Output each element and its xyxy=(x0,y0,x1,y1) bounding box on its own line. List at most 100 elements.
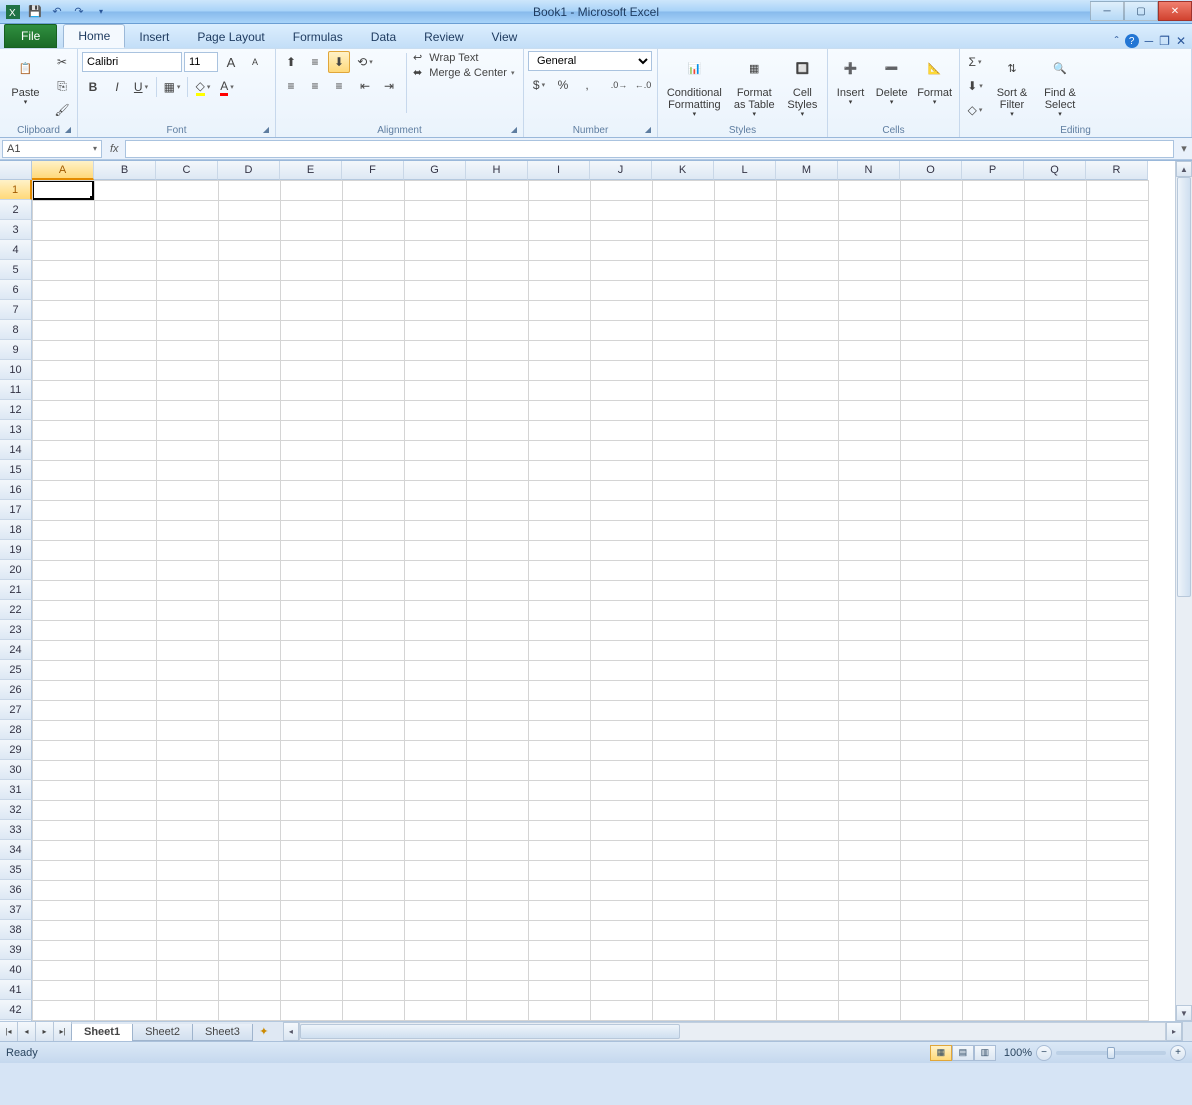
horizontal-scrollbar[interactable]: ◂ ▸ xyxy=(283,1022,1182,1041)
row-header-16[interactable]: 16 xyxy=(0,480,32,500)
number-dialog-launcher-icon[interactable]: ◢ xyxy=(645,125,651,134)
row-header-5[interactable]: 5 xyxy=(0,260,32,280)
workbook-close-icon[interactable]: ✕ xyxy=(1176,34,1186,48)
minimize-button[interactable]: ─ xyxy=(1090,1,1124,21)
row-header-22[interactable]: 22 xyxy=(0,600,32,620)
row-header-13[interactable]: 13 xyxy=(0,420,32,440)
tab-data[interactable]: Data xyxy=(357,26,410,48)
tab-home[interactable]: Home xyxy=(63,24,125,48)
scroll-up-icon[interactable]: ▲ xyxy=(1176,161,1192,177)
row-header-2[interactable]: 2 xyxy=(0,200,32,220)
border-icon[interactable]: ▦ xyxy=(161,76,183,98)
row-header-32[interactable]: 32 xyxy=(0,800,32,820)
fill-color-icon[interactable]: ◇ xyxy=(192,76,214,98)
row-header-31[interactable]: 31 xyxy=(0,780,32,800)
tab-scroll-next-icon[interactable]: ▸ xyxy=(36,1022,54,1041)
qat-customize-icon[interactable]: ▾ xyxy=(92,3,110,21)
column-header-L[interactable]: L xyxy=(714,161,776,180)
tab-scroll-last-icon[interactable]: ▸| xyxy=(54,1022,72,1041)
font-color-icon[interactable]: A xyxy=(216,76,238,98)
workbook-restore-icon[interactable]: ❐ xyxy=(1159,34,1170,48)
accounting-format-icon[interactable]: $ xyxy=(528,74,550,96)
zoom-level-label[interactable]: 100% xyxy=(1004,1047,1032,1059)
name-box[interactable]: A1▾ xyxy=(2,140,102,158)
tab-insert[interactable]: Insert xyxy=(125,26,183,48)
save-icon[interactable]: 💾 xyxy=(26,3,44,21)
clipboard-dialog-launcher-icon[interactable]: ◢ xyxy=(65,125,71,134)
row-header-6[interactable]: 6 xyxy=(0,280,32,300)
grow-font-icon[interactable]: A xyxy=(220,51,242,73)
cut-icon[interactable]: ✂ xyxy=(51,51,73,73)
row-header-10[interactable]: 10 xyxy=(0,360,32,380)
column-header-E[interactable]: E xyxy=(280,161,342,180)
column-header-D[interactable]: D xyxy=(218,161,280,180)
row-header-19[interactable]: 19 xyxy=(0,540,32,560)
tab-view[interactable]: View xyxy=(478,26,532,48)
row-header-37[interactable]: 37 xyxy=(0,900,32,920)
row-header-41[interactable]: 41 xyxy=(0,980,32,1000)
tab-formulas[interactable]: Formulas xyxy=(279,26,357,48)
tab-review[interactable]: Review xyxy=(410,26,477,48)
conditional-formatting-button[interactable]: 📊Conditional Formatting▾ xyxy=(662,51,727,121)
align-middle-icon[interactable]: ≡ xyxy=(304,51,326,73)
vertical-scroll-thumb[interactable] xyxy=(1177,177,1191,597)
workbook-minimize-icon[interactable]: ─ xyxy=(1145,34,1154,48)
delete-cells-button[interactable]: ➖Delete▾ xyxy=(873,51,910,109)
scroll-left-icon[interactable]: ◂ xyxy=(283,1022,299,1041)
increase-decimal-icon[interactable]: .0→ xyxy=(608,74,630,96)
fx-icon[interactable]: fx xyxy=(104,143,125,155)
row-header-24[interactable]: 24 xyxy=(0,640,32,660)
row-header-26[interactable]: 26 xyxy=(0,680,32,700)
font-size-combo[interactable] xyxy=(184,52,218,72)
excel-app-icon[interactable]: X xyxy=(4,3,22,21)
help-icon[interactable]: ? xyxy=(1125,34,1139,48)
zoom-in-button[interactable]: + xyxy=(1170,1045,1186,1061)
column-header-M[interactable]: M xyxy=(776,161,838,180)
row-header-36[interactable]: 36 xyxy=(0,880,32,900)
format-painter-icon[interactable]: 🖌 xyxy=(51,99,73,121)
row-header-23[interactable]: 23 xyxy=(0,620,32,640)
select-all-corner[interactable] xyxy=(0,161,32,180)
decrease-indent-icon[interactable]: ⇤ xyxy=(354,75,376,97)
cells-area[interactable] xyxy=(32,180,1175,1021)
row-header-7[interactable]: 7 xyxy=(0,300,32,320)
row-header-20[interactable]: 20 xyxy=(0,560,32,580)
row-header-15[interactable]: 15 xyxy=(0,460,32,480)
row-header-1[interactable]: 1 xyxy=(0,180,32,200)
row-header-27[interactable]: 27 xyxy=(0,700,32,720)
sheet-tab-sheet1[interactable]: Sheet1 xyxy=(71,1024,133,1041)
tab-split-handle[interactable] xyxy=(1182,1022,1192,1041)
scroll-right-icon[interactable]: ▸ xyxy=(1166,1022,1182,1041)
percent-format-icon[interactable]: % xyxy=(552,74,574,96)
row-header-33[interactable]: 33 xyxy=(0,820,32,840)
formula-input[interactable] xyxy=(125,140,1174,158)
formula-bar-expand-icon[interactable]: ▾ xyxy=(1176,142,1192,155)
sheet-tab-sheet3[interactable]: Sheet3 xyxy=(192,1024,253,1041)
row-header-12[interactable]: 12 xyxy=(0,400,32,420)
new-sheet-button[interactable]: ✦ xyxy=(253,1022,275,1041)
insert-cells-button[interactable]: ➕Insert▾ xyxy=(832,51,869,109)
format-cells-button[interactable]: 📐Format▾ xyxy=(914,51,955,109)
row-header-14[interactable]: 14 xyxy=(0,440,32,460)
align-center-icon[interactable]: ≡ xyxy=(304,75,326,97)
row-header-34[interactable]: 34 xyxy=(0,840,32,860)
underline-button[interactable]: U xyxy=(130,76,152,98)
column-header-O[interactable]: O xyxy=(900,161,962,180)
row-header-35[interactable]: 35 xyxy=(0,860,32,880)
column-header-F[interactable]: F xyxy=(342,161,404,180)
orientation-icon[interactable]: ⟲ xyxy=(354,51,376,73)
autosum-icon[interactable]: Σ xyxy=(964,51,986,73)
align-left-icon[interactable]: ≡ xyxy=(280,75,302,97)
column-header-H[interactable]: H xyxy=(466,161,528,180)
comma-format-icon[interactable]: , xyxy=(576,74,598,96)
cell-styles-button[interactable]: 🔲Cell Styles▾ xyxy=(782,51,823,121)
horizontal-scroll-thumb[interactable] xyxy=(300,1024,680,1039)
column-header-I[interactable]: I xyxy=(528,161,590,180)
zoom-slider-knob[interactable] xyxy=(1107,1047,1115,1059)
font-dialog-launcher-icon[interactable]: ◢ xyxy=(263,125,269,134)
format-as-table-button[interactable]: ▦Format as Table▾ xyxy=(731,51,778,121)
align-bottom-icon[interactable]: ⬇ xyxy=(328,51,350,73)
font-name-combo[interactable] xyxy=(82,52,182,72)
zoom-out-button[interactable]: − xyxy=(1036,1045,1052,1061)
decrease-decimal-icon[interactable]: ←.0 xyxy=(632,74,654,96)
